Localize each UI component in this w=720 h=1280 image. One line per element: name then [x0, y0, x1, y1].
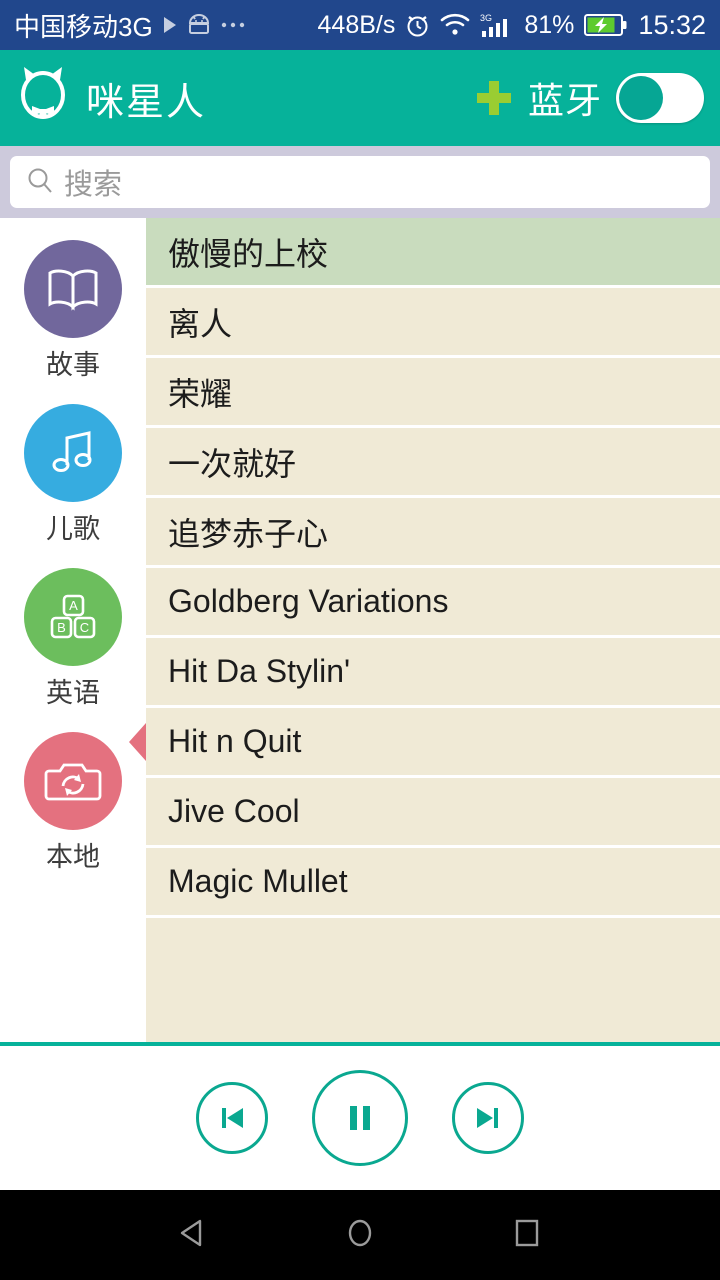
music-note-icon [24, 404, 122, 502]
plus-icon[interactable] [474, 78, 514, 118]
svg-text:3G: 3G [480, 13, 492, 23]
table-row[interactable]: 离人 [146, 288, 720, 358]
list-item-title: 追梦赤子心 [168, 515, 329, 552]
search-placeholder: 搜索 [64, 169, 123, 201]
table-row[interactable]: 荣耀 [146, 358, 720, 428]
search-band: 搜索 [0, 146, 720, 218]
list-item-title: 离人 [168, 305, 233, 342]
status-bar: 中国移动3G 448B/s 3G 81% 15:32 [0, 0, 720, 50]
app-bar: 咪星人 蓝牙 [0, 50, 720, 146]
table-row[interactable]: Hit n Quit [146, 708, 720, 778]
wifi-icon [440, 13, 470, 37]
clock-label: 15:32 [638, 9, 706, 40]
bluetooth-label: 蓝牙 [527, 80, 602, 121]
bluetooth-toggle-knob [619, 76, 663, 120]
sidebar-item-label: 儿歌 [46, 514, 100, 544]
pause-icon[interactable] [312, 1070, 408, 1166]
list-item-title: Hit Da Stylin' [168, 653, 351, 689]
battery-charging-icon [584, 13, 628, 37]
status-bar-left: 中国移动3G [14, 7, 246, 44]
search-input[interactable]: 搜索 [10, 156, 710, 208]
status-bar-right: 448B/s 3G 81% 15:32 [318, 10, 706, 41]
list-item-title: Jive Cool [168, 793, 300, 829]
content-area: 故事 儿歌 A B C 英语 本地 傲慢的上校 离人 荣耀 一次就好 追梦赤子心… [0, 218, 720, 1042]
list-item-title: 傲慢的上校 [168, 235, 329, 272]
sidebar-item-label: 本地 [46, 842, 100, 872]
signal-3g-icon: 3G [480, 12, 514, 38]
open-book-icon [24, 240, 122, 338]
camera-sync-icon [24, 732, 122, 830]
network-speed-label: 448B/s [317, 10, 396, 39]
play-icon [162, 15, 178, 35]
sidebar-item-local[interactable]: 本地 [0, 732, 146, 874]
sidebar-item-story[interactable]: 故事 [0, 240, 146, 382]
abc-blocks-icon: A B C [24, 568, 122, 666]
sidebar-item-kids-songs[interactable]: 儿歌 [0, 404, 146, 546]
table-row[interactable]: Goldberg Variations [146, 568, 720, 638]
recents-square-icon[interactable] [508, 1214, 546, 1257]
android-robot-icon [187, 14, 211, 36]
phone-screen: 中国移动3G 448B/s 3G 81% 15:32 咪星人 蓝牙 搜索 故事 … [0, 0, 720, 1280]
list-item-title: Magic Mullet [168, 863, 348, 899]
svg-text:B: B [57, 620, 66, 635]
android-nav-bar [0, 1190, 720, 1280]
sidebar-item-label: 故事 [46, 350, 100, 380]
table-row[interactable]: Magic Mullet [146, 848, 720, 918]
media-list[interactable]: 傲慢的上校 离人 荣耀 一次就好 追梦赤子心 Goldberg Variatio… [146, 218, 720, 1042]
skip-next-icon[interactable] [452, 1082, 524, 1154]
search-icon [26, 166, 54, 199]
bluetooth-toggle[interactable] [616, 73, 704, 123]
back-triangle-icon[interactable] [174, 1214, 212, 1257]
battery-percent-label: 81% [524, 10, 575, 39]
cat-face-logo-icon [14, 65, 72, 132]
alarm-icon [405, 12, 430, 38]
table-row[interactable]: Hit Da Stylin' [146, 638, 720, 708]
table-row[interactable]: 追梦赤子心 [146, 498, 720, 568]
home-circle-icon[interactable] [341, 1214, 379, 1257]
carrier-label: 中国移动3G [14, 11, 153, 42]
svg-text:C: C [80, 620, 89, 635]
selected-category-pointer [129, 723, 146, 761]
brand: 咪星人 [14, 65, 206, 132]
list-item-title: Hit n Quit [168, 723, 302, 759]
skip-previous-icon[interactable] [196, 1082, 268, 1154]
table-row[interactable]: Jive Cool [146, 778, 720, 848]
app-bar-actions: 蓝牙 [474, 72, 704, 124]
sidebar-item-english[interactable]: A B C 英语 [0, 568, 146, 710]
app-title: 咪星人 [86, 81, 207, 124]
sidebar-item-label: 英语 [46, 678, 100, 708]
svg-text:A: A [69, 598, 78, 613]
table-row[interactable]: 傲慢的上校 [146, 218, 720, 288]
category-sidebar: 故事 儿歌 A B C 英语 本地 [0, 218, 146, 1042]
list-item-title: 荣耀 [168, 375, 233, 412]
more-dots-icon [220, 21, 246, 29]
list-item-title: 一次就好 [168, 445, 297, 482]
list-empty-row [146, 918, 720, 1042]
table-row[interactable]: 一次就好 [146, 428, 720, 498]
list-item-title: Goldberg Variations [168, 583, 449, 619]
player-controls [0, 1042, 720, 1190]
